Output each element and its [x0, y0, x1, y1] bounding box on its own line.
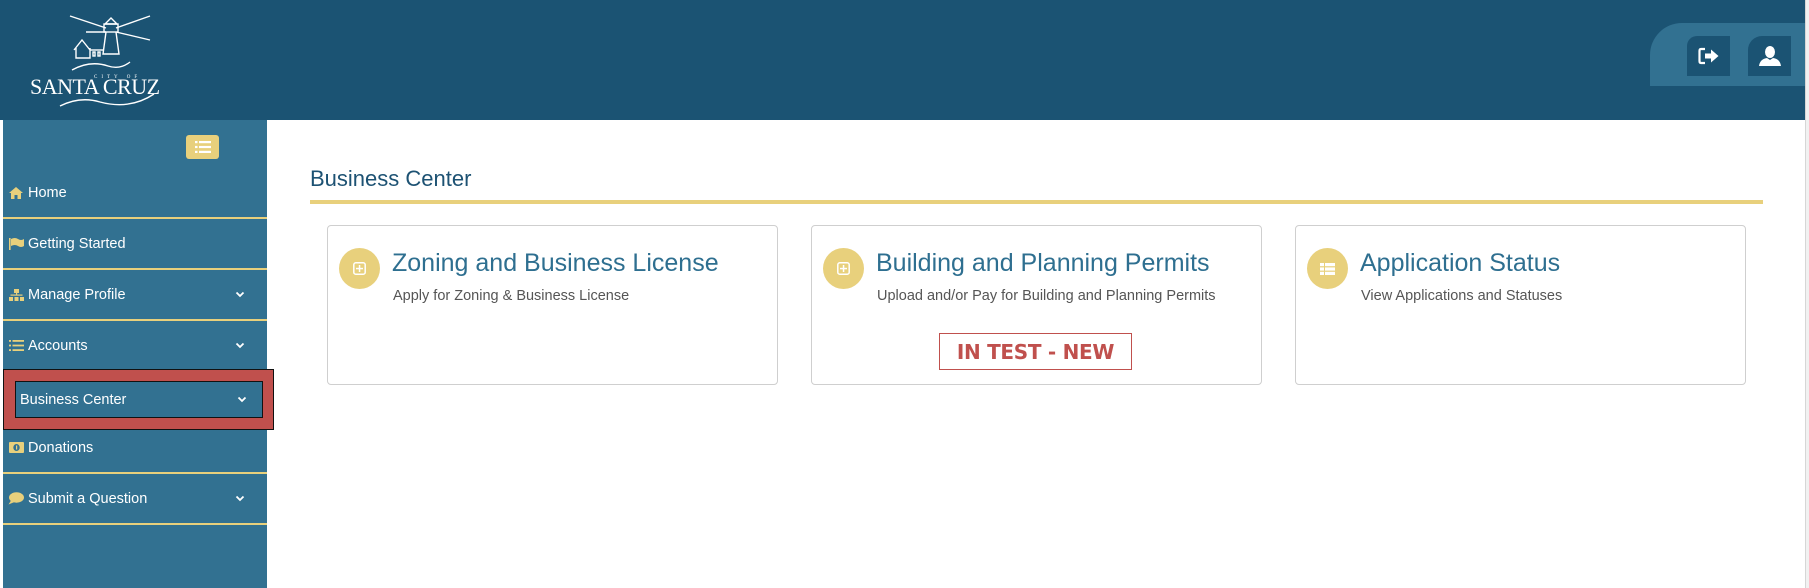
money-icon [8, 441, 24, 455]
user-panel [1650, 23, 1805, 86]
lighthouse-logo-icon: CITY OF SANTA CRUZ [30, 15, 160, 107]
sidebar-item-home[interactable]: Home [3, 168, 267, 219]
sidebar-item-submit-question[interactable]: Submit a Question [3, 474, 267, 525]
sidebar-item-business-center[interactable]: Business Center [15, 381, 263, 418]
city-logo[interactable]: CITY OF SANTA CRUZ [30, 10, 180, 110]
in-test-badge: IN TEST - NEW [939, 333, 1132, 370]
sidebar-item-getting-started[interactable]: Getting Started [3, 219, 267, 270]
sidebar-item-label: Home [28, 184, 67, 201]
logout-button[interactable] [1687, 36, 1730, 76]
sidebar-item-label: Donations [28, 439, 94, 456]
card-description: Upload and/or Pay for Building and Plann… [877, 288, 1216, 304]
sitemap-icon [8, 288, 24, 302]
table-icon [1307, 248, 1348, 289]
sidebar-item-label: Submit a Question [28, 490, 148, 507]
plus-square-icon [823, 248, 864, 289]
comment-icon [8, 492, 24, 506]
logo-santa-cruz: SANTA CRUZ [30, 74, 160, 99]
sidebar-item-label: Manage Profile [28, 286, 126, 303]
card-description: Apply for Zoning & Business License [393, 288, 630, 304]
sidebar-item-label: Business Center [20, 391, 127, 408]
highlight-annotation: Business Center [3, 369, 274, 430]
sidebar-item-accounts[interactable]: Accounts [3, 321, 267, 372]
plus-square-icon [339, 248, 380, 289]
chevron-down-icon [237, 396, 247, 402]
hamburger-icon [194, 141, 211, 153]
sign-out-icon [1697, 47, 1718, 65]
sidebar-item-label: Accounts [28, 337, 88, 354]
card-zoning-business-license[interactable]: Zoning and Business License Apply for Zo… [327, 225, 778, 385]
card-title[interactable]: Application Status [1360, 249, 1560, 278]
flag-icon [8, 237, 24, 251]
sidebar-item-label: Getting Started [28, 235, 126, 252]
vertical-scrollbar[interactable] [1805, 0, 1809, 588]
card-building-planning-permits[interactable]: Building and Planning Permits Upload and… [811, 225, 1262, 385]
chevron-down-icon [235, 495, 245, 501]
sidebar-item-donations[interactable]: Donations [3, 423, 267, 474]
card-title[interactable]: Zoning and Business License [392, 249, 719, 278]
chevron-down-icon [235, 342, 245, 348]
list-icon [8, 339, 24, 353]
card-application-status[interactable]: Application Status View Applications and… [1295, 225, 1746, 385]
chevron-down-icon [235, 291, 245, 297]
sidebar-toggle-button[interactable] [186, 135, 219, 159]
sidebar: Home Getting Started Manage Profile Acco… [3, 120, 267, 588]
page-title: Business Center [310, 166, 472, 191]
sidebar-item-manage-profile[interactable]: Manage Profile [3, 270, 267, 321]
title-divider [310, 200, 1763, 204]
card-description: View Applications and Statuses [1361, 288, 1563, 304]
profile-button[interactable] [1748, 36, 1791, 76]
user-icon [1758, 46, 1781, 66]
card-title[interactable]: Building and Planning Permits [876, 249, 1210, 278]
home-icon [8, 186, 24, 200]
sidebar-nav: Home Getting Started Manage Profile Acco… [3, 168, 267, 525]
header: CITY OF SANTA CRUZ [0, 0, 1805, 120]
